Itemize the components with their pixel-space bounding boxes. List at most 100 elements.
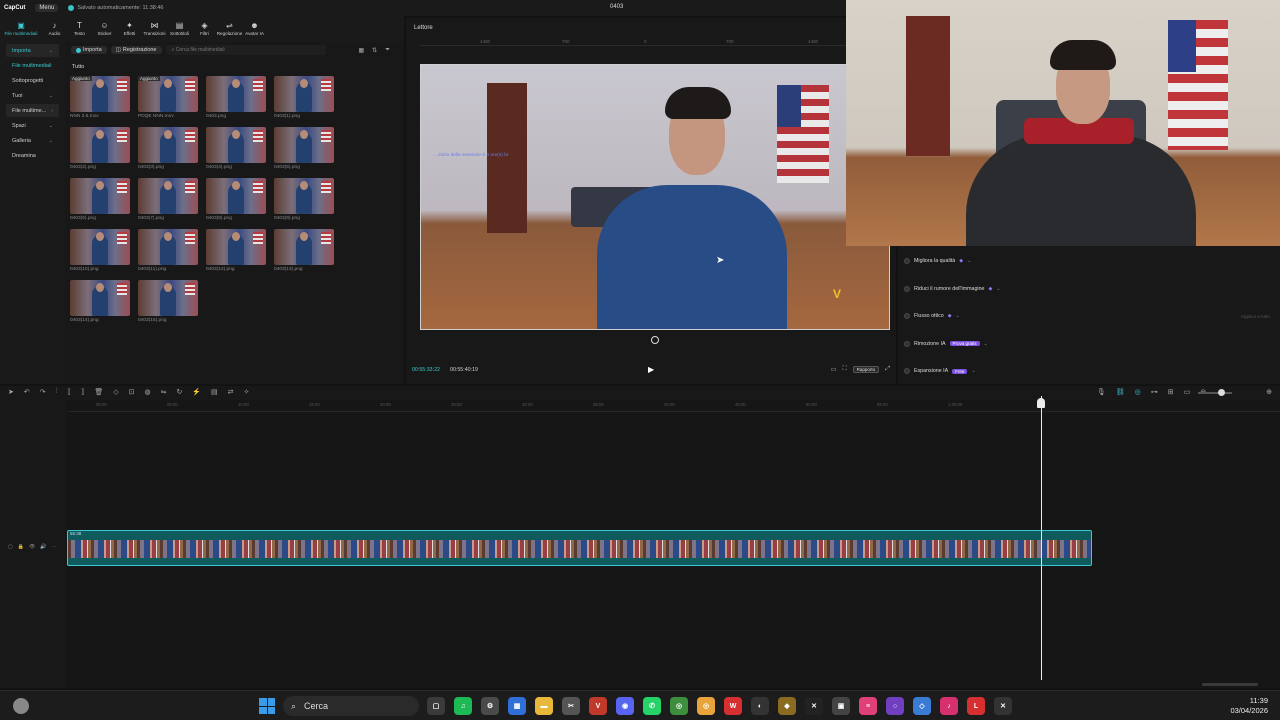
speed-icon[interactable]: ⚡ [192,388,201,396]
redo-icon[interactable]: ↷ [40,388,46,396]
voicemeeter-icon[interactable]: V [589,697,607,715]
media-item[interactable]: 0403(8).png [206,178,266,221]
play-icon[interactable]: ▶ [648,365,654,374]
tool-sticker[interactable]: ☺ Sticker [92,16,117,42]
marker-icon[interactable]: ◇ [113,388,118,396]
playhead[interactable] [1041,396,1042,680]
explorer-icon[interactable]: ▬ [535,697,553,715]
tool-media[interactable]: ▣ File multimediali [0,16,42,42]
view-control-icon[interactable]: ▦ [358,47,364,54]
split-icon[interactable]: ⫶ [56,388,58,396]
media-thumbnail[interactable] [138,280,198,316]
sidebar-item[interactable]: File multimediali [6,59,59,72]
media-thumbnail[interactable] [206,229,266,265]
more-icon[interactable]: ⋯ [52,544,57,550]
mic-icon[interactable]: 🎙 [1097,388,1106,396]
chrome-icon[interactable]: ◎ [670,697,688,715]
tool-transitions[interactable]: ⋈ Transizioni [142,16,167,42]
media-thumbnail[interactable] [70,127,130,163]
chrome-alt-icon[interactable]: ◎ [697,697,715,715]
split-left-icon[interactable]: ⟦ [67,388,70,396]
apply-all-button[interactable]: Applica a tutto [1241,314,1270,319]
property-row[interactable]: Flusso ottico ◆ ⌄ [904,313,960,319]
snipping-icon[interactable]: ✂ [562,697,580,715]
media-item[interactable]: 0403(6).png [70,178,130,221]
app-icon[interactable]: ◆ [778,697,796,715]
sidebar-item[interactable]: File multime... › [6,104,59,117]
media-item[interactable]: 0403(1).png [274,76,334,119]
toggle-icon[interactable] [904,258,910,264]
tool-avatar[interactable]: ☻ Avatar IA [242,16,267,42]
record-button[interactable]: ◫ Registrazione [110,46,162,54]
chevron-down-icon[interactable]: ⌄ [971,368,975,374]
media-item[interactable]: 0403(9).png [274,178,334,221]
mirror-icon[interactable]: ⇋ [161,388,167,396]
toggle-icon[interactable] [904,340,910,347]
media-item[interactable]: 0403(15).png [138,280,198,323]
obs-icon[interactable]: ◐ [751,697,769,715]
tool-text[interactable]: T Testo [67,16,92,42]
undo-icon[interactable]: ↶ [24,388,30,396]
lock-icon[interactable]: 🔒 [18,544,24,550]
chevron-down-icon[interactable]: ⌄ [996,286,1000,292]
wps-icon[interactable]: W [724,697,742,715]
media-thumbnail[interactable] [274,178,334,214]
media-item[interactable]: 0403(11).png [138,229,198,272]
media-thumbnail[interactable] [206,76,266,112]
media-item[interactable]: 0403(5).png [274,127,334,170]
l-app-icon[interactable]: L [967,697,985,715]
snap-icon[interactable]: ⊞ [1168,388,1174,396]
chevron-down-icon[interactable]: ⌄ [956,313,960,319]
media-thumbnail[interactable] [206,127,266,163]
zoom-slider-knob[interactable] [1218,389,1225,396]
media-thumbnail[interactable] [138,127,198,163]
media-thumbnail[interactable] [274,76,334,112]
sidebar-item[interactable]: Dreamina [6,149,59,162]
video-logo-sticker[interactable]: V [833,287,841,301]
sidebar-item[interactable]: Sottoprogetti [6,74,59,87]
menu-button[interactable]: Menu [35,4,59,12]
toggle-icon[interactable] [904,285,910,292]
preview-axis-icon[interactable]: ⊶ [1151,388,1158,396]
tool-adjust[interactable]: ⇌ Regolazione [217,16,243,42]
toggle-icon[interactable] [904,313,910,319]
timeline-scrollbar[interactable] [1202,683,1258,686]
media-thumbnail[interactable] [70,229,130,265]
capcut-active-icon[interactable]: ✕ [994,697,1012,715]
spotify-icon[interactable]: ♫ [454,697,472,715]
view-control-icon[interactable]: ⇅ [372,47,377,54]
delete-icon[interactable]: 🗑 [94,388,103,396]
capcut-icon[interactable]: ✕ [805,697,823,715]
timeline-ruler[interactable]: 00:00 05:00 10:00 15:00 20:00 25:00 30:00 35:00… [68,400,1280,412]
tool-audio[interactable]: ♪ Audio [42,16,67,42]
import-button[interactable]: Importa [71,46,107,54]
media-thumbnail[interactable] [274,127,334,163]
media-item[interactable]: 0403(10).png [70,229,130,272]
view-control-icon[interactable]: ⏷ [385,47,390,54]
link-icon[interactable]: ⛓ [1116,388,1125,396]
reverse-icon[interactable]: ⇄ [228,388,234,396]
media-thumbnail[interactable] [138,178,198,214]
whatsapp-icon[interactable]: ✆ [643,697,661,715]
mute-icon[interactable]: 🔊 [40,544,46,550]
select-tool-icon[interactable]: ➤ [8,388,14,396]
media-thumbnail[interactable] [206,178,266,214]
ratio-button[interactable]: Rapporto [852,366,880,373]
store-icon[interactable]: ▦ [508,697,526,715]
magic-icon[interactable]: ✧ [244,388,250,396]
crop-icon[interactable]: ⛶ [842,366,846,373]
media-thumbnail[interactable] [70,280,130,316]
cover-icon[interactable]: ▢ [8,544,13,550]
freeze-icon[interactable]: ▤ [211,388,218,396]
media-search-input[interactable]: ⌕ Cerca file multimediali [165,45,326,55]
system-clock[interactable]: 11:39 03/04/2026 [1230,696,1268,716]
tiktok-icon[interactable]: ♪ [940,697,958,715]
scrub-handle[interactable] [651,336,659,344]
media-item[interactable]: Aggiunto NNN 2.5.mov [70,76,130,119]
toggle-icon[interactable] [904,368,910,374]
tool-subtitles[interactable]: ▤ Sottotitoli [167,16,192,42]
widgets-icon[interactable] [13,698,29,714]
media-item[interactable]: 0403(14).png [70,280,130,323]
taskbar-search[interactable]: ⌕ Cerca [283,696,419,716]
media-item[interactable]: 0403(12).png [206,229,266,272]
